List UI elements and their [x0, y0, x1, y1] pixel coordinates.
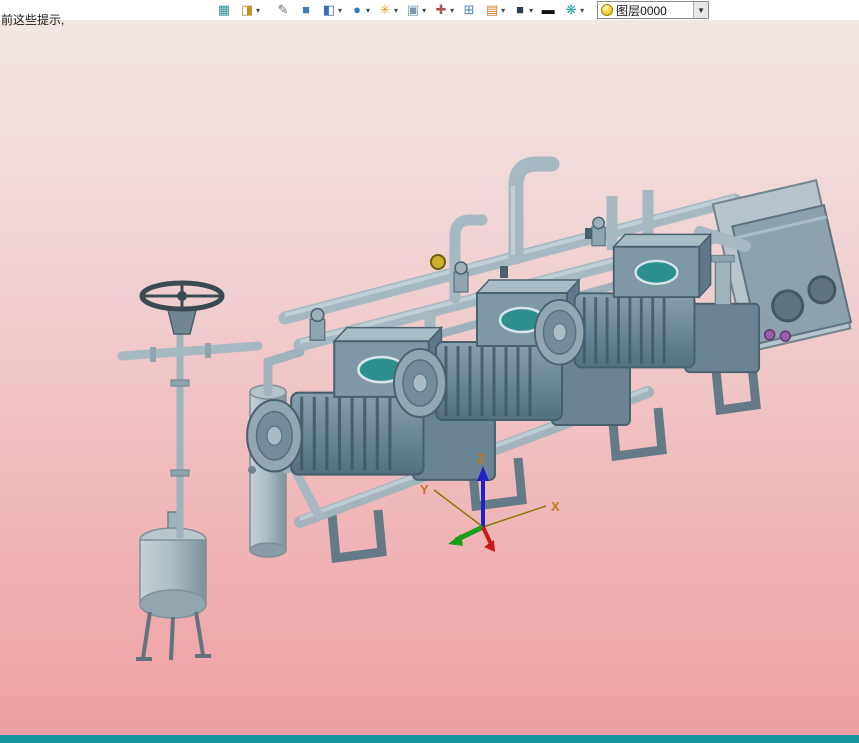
insert-block-tool-button[interactable]: ▣ [403, 0, 428, 20]
texture-swirl-icon: ❋ [565, 2, 577, 17]
x-axis-label: X [551, 499, 560, 514]
hint-text: 前这些提示, [1, 13, 65, 27]
pencil-icon: ✎ [277, 2, 289, 17]
valve-actuator [430, 254, 446, 270]
chevron-down-icon[interactable]: ▼ [693, 2, 709, 18]
data-grid-icon: ▦ [217, 2, 231, 17]
cad-application-window: ▦ ◨ ✎ ■ ◧ ● ✳ ▣ ✚ ⊞ ▤ ■ ▬ ❋ 图层0000 ▼ 前这些… [0, 0, 859, 743]
z-axis-label: Z [477, 451, 485, 466]
bottom-status-strip [0, 735, 859, 743]
line-width-icon: ▬ [541, 2, 555, 17]
texture-tool-button[interactable]: ❋ [561, 0, 586, 20]
pattern-wheel-icon: ✳ [379, 2, 391, 17]
extrude-tool-button[interactable]: ◧ [319, 0, 344, 20]
move-cross-icon: ✚ [435, 2, 447, 17]
layer-combobox[interactable]: 图层0000 ▼ [597, 1, 710, 19]
small-valve [500, 266, 508, 278]
pattern-tool-button[interactable]: ✳ [375, 0, 400, 20]
handwheel-valve [117, 280, 263, 538]
block-icon: ▣ [406, 2, 420, 17]
solid-box-tool-button[interactable]: ■ [296, 0, 316, 20]
render-mode-tool-button[interactable]: ◨ [237, 0, 262, 20]
line-width-tool-button[interactable]: ▬ [538, 0, 558, 20]
move-tool-button[interactable]: ✚ [431, 0, 456, 20]
window-icon: ⊞ [463, 2, 475, 17]
lightbulb-icon [601, 4, 614, 16]
extrude-cube-icon: ◧ [322, 2, 336, 17]
receiver-tank [136, 511, 211, 661]
render-mode-icon: ◨ [240, 2, 254, 17]
material-cylinder-icon: ■ [516, 2, 525, 17]
data-grid-tool-button[interactable]: ▦ [214, 0, 234, 20]
material-tool-button[interactable]: ■ [510, 0, 535, 20]
section-tool-button[interactable]: ▤ [482, 0, 507, 20]
y-axis-label: Y [420, 482, 429, 497]
section-plane-icon: ▤ [485, 2, 499, 17]
3d-model-scene: X Y Z [117, 156, 853, 661]
view-window-tool-button[interactable]: ⊞ [459, 0, 479, 20]
revolve-tool-button[interactable]: ● [347, 0, 372, 20]
sketch-tool-button[interactable]: ✎ [273, 0, 293, 20]
main-toolbar: ▦ ◨ ✎ ■ ◧ ● ✳ ▣ ✚ ⊞ ▤ ■ ▬ ❋ 图层0000 ▼ [0, 0, 859, 20]
box-icon: ■ [302, 2, 310, 17]
sphere-icon: ● [353, 2, 361, 17]
layer-combobox-value: 图层0000 [616, 3, 667, 18]
